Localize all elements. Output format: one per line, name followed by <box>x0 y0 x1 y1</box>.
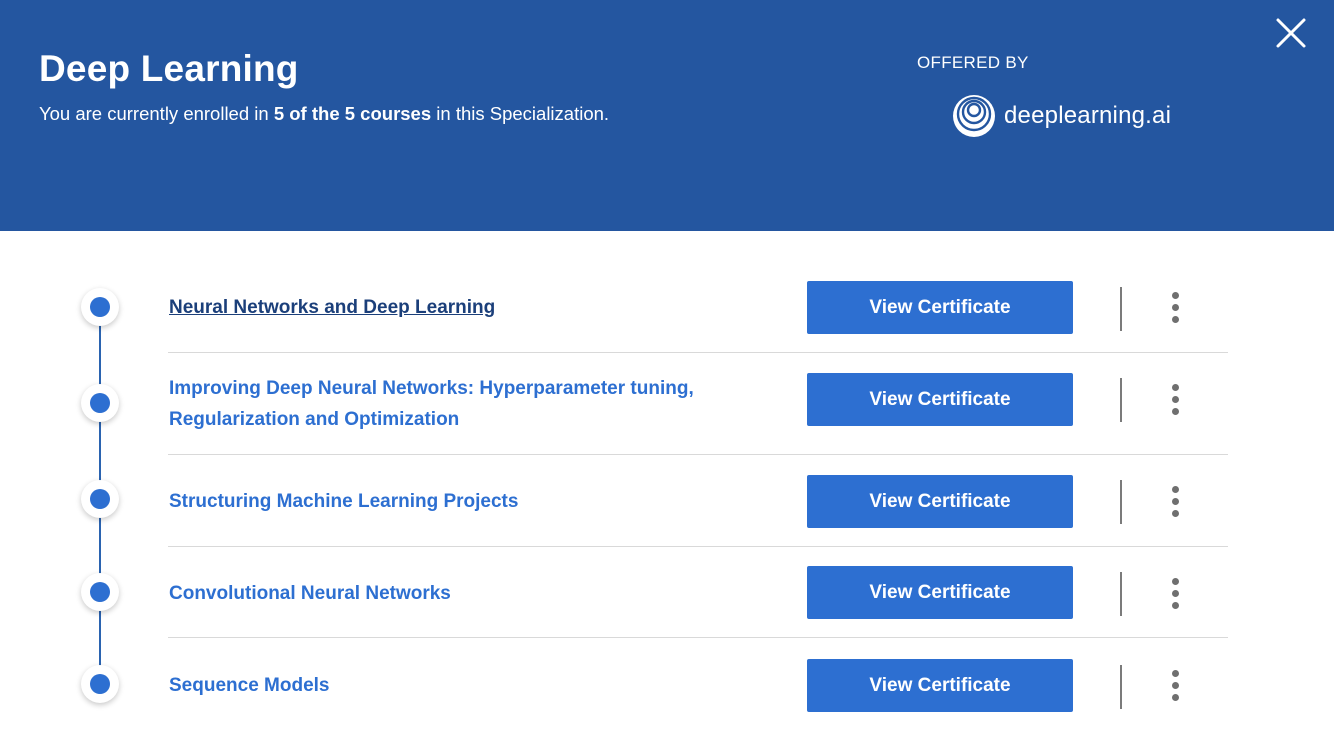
timeline-dot-icon <box>81 480 119 518</box>
view-certificate-button[interactable]: View Certificate <box>807 659 1073 712</box>
row-divider <box>168 546 1228 547</box>
view-certificate-button[interactable]: View Certificate <box>807 281 1073 334</box>
partner-name: deeplearning.ai <box>1004 102 1172 129</box>
more-vertical-icon[interactable] <box>1165 384 1187 418</box>
offered-by-label: OFFERED BY <box>917 53 1029 72</box>
close-icon <box>1276 18 1306 48</box>
row-divider <box>168 454 1228 455</box>
course-list: Neural Networks and Deep Learning View C… <box>0 231 1334 749</box>
more-vertical-icon[interactable] <box>1165 486 1187 520</box>
timeline-dot-icon <box>81 573 119 611</box>
course-link[interactable]: Improving Deep Neural Networks: Hyperpar… <box>169 373 749 435</box>
timeline-dot-icon <box>81 665 119 703</box>
more-vertical-icon[interactable] <box>1165 578 1187 612</box>
vertical-divider <box>1120 287 1122 331</box>
enrollment-suffix: in this Specialization. <box>431 103 610 124</box>
partner-logo[interactable]: deeplearning.ai <box>952 94 1171 138</box>
enrollment-summary: You are currently enrolled in 5 of the 5… <box>39 103 609 125</box>
view-certificate-button[interactable]: View Certificate <box>807 475 1073 528</box>
row-divider <box>168 637 1228 638</box>
view-certificate-button[interactable]: View Certificate <box>807 566 1073 619</box>
course-link[interactable]: Convolutional Neural Networks <box>169 578 749 609</box>
vertical-divider <box>1120 572 1122 616</box>
vertical-divider <box>1120 480 1122 524</box>
deeplearning-logo-icon <box>953 95 995 137</box>
enrollment-count: 5 of the 5 courses <box>273 103 432 124</box>
enrollment-prefix: You are currently enrolled in <box>39 103 274 124</box>
timeline-dot-icon <box>81 288 119 326</box>
more-vertical-icon[interactable] <box>1165 292 1187 326</box>
course-link[interactable]: Sequence Models <box>169 670 749 701</box>
timeline-dot-icon <box>81 384 119 422</box>
vertical-divider <box>1120 665 1122 709</box>
specialization-header: Deep Learning You are currently enrolled… <box>0 0 1334 231</box>
row-divider <box>168 352 1228 353</box>
close-button[interactable] <box>1272 14 1310 52</box>
page-title: Deep Learning <box>39 48 299 89</box>
course-link[interactable]: Structuring Machine Learning Projects <box>169 486 749 517</box>
course-link[interactable]: Neural Networks and Deep Learning <box>169 292 749 323</box>
more-vertical-icon[interactable] <box>1165 670 1187 704</box>
view-certificate-button[interactable]: View Certificate <box>807 373 1073 426</box>
vertical-divider <box>1120 378 1122 422</box>
